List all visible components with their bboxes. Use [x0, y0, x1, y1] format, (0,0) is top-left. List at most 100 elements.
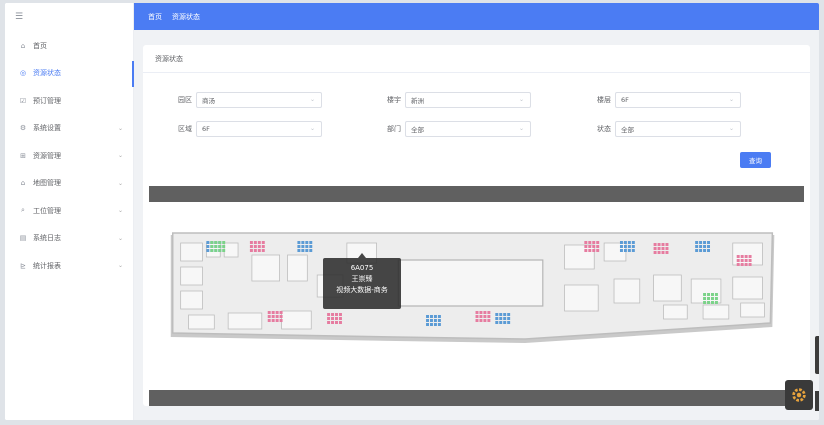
seat-marker[interactable]: [665, 251, 669, 254]
seat-marker[interactable]: [487, 315, 491, 318]
seat-marker[interactable]: [657, 243, 661, 246]
seat-marker[interactable]: [627, 241, 631, 244]
seat-marker[interactable]: [218, 241, 222, 244]
seat-marker[interactable]: [703, 241, 707, 244]
seat-marker[interactable]: [309, 245, 313, 248]
seat-marker[interactable]: [475, 319, 479, 322]
seat-marker[interactable]: [703, 301, 707, 304]
seat-marker[interactable]: [736, 255, 740, 258]
sidebar-item-map-mgmt[interactable]: ⌂ 地图管理 ⌄: [5, 170, 133, 198]
seat-marker[interactable]: [748, 259, 752, 262]
breadcrumb-home[interactable]: 首页: [148, 12, 162, 22]
seat-marker[interactable]: [338, 321, 342, 324]
seat-marker[interactable]: [253, 241, 257, 244]
seat-marker[interactable]: [707, 293, 711, 296]
seat-marker[interactable]: [279, 311, 283, 314]
seat-marker[interactable]: [740, 259, 744, 262]
seat-marker[interactable]: [335, 313, 338, 316]
seat-marker[interactable]: [619, 241, 623, 244]
seat-marker[interactable]: [305, 249, 309, 252]
seat-marker[interactable]: [218, 245, 222, 248]
seat-marker[interactable]: [271, 315, 275, 318]
seat-marker[interactable]: [475, 315, 479, 318]
seat-marker[interactable]: [210, 245, 214, 248]
seat-marker[interactable]: [433, 319, 437, 322]
seat-marker[interactable]: [495, 313, 499, 316]
seat-marker[interactable]: [249, 241, 253, 244]
seat-marker[interactable]: [267, 311, 271, 314]
seat-marker[interactable]: [703, 245, 707, 248]
seat-marker[interactable]: [653, 247, 657, 250]
seat-marker[interactable]: [331, 317, 335, 320]
seat-marker[interactable]: [479, 319, 483, 322]
seat-marker[interactable]: [740, 263, 744, 266]
seat-marker[interactable]: [275, 315, 279, 318]
seat-marker[interactable]: [301, 249, 305, 252]
seat-marker[interactable]: [695, 249, 699, 252]
seat-marker[interactable]: [661, 251, 665, 254]
seat-marker[interactable]: [309, 241, 313, 244]
seat-marker[interactable]: [596, 249, 600, 252]
seat-marker[interactable]: [748, 263, 752, 266]
area-select[interactable]: 6F ⌄: [196, 121, 322, 137]
seat-marker[interactable]: [261, 245, 265, 248]
seat-marker[interactable]: [297, 249, 301, 252]
seat-marker[interactable]: [214, 241, 218, 244]
seat-marker[interactable]: [429, 315, 433, 318]
seat-marker[interactable]: [222, 245, 226, 248]
floor-plan-map[interactable]: 6A075 王崇臻 视频大数据-商务: [149, 215, 804, 389]
floor-select[interactable]: 6F ⌄: [615, 92, 741, 108]
seat-marker[interactable]: [301, 241, 305, 244]
seat-marker[interactable]: [297, 241, 301, 244]
seat-marker[interactable]: [657, 247, 661, 250]
seat-marker[interactable]: [744, 259, 748, 262]
seat-marker[interactable]: [426, 315, 430, 318]
seat-marker[interactable]: [483, 315, 487, 318]
seat-marker[interactable]: [331, 321, 335, 324]
seat-marker[interactable]: [305, 245, 309, 248]
seat-marker[interactable]: [218, 249, 222, 252]
seat-marker[interactable]: [703, 297, 707, 300]
seat-marker[interactable]: [426, 323, 430, 326]
seat-marker[interactable]: [495, 317, 499, 320]
seat-marker[interactable]: [695, 241, 699, 244]
seat-marker[interactable]: [631, 241, 635, 244]
seat-marker[interactable]: [495, 321, 499, 324]
status-select[interactable]: 全部 ⌄: [615, 121, 741, 137]
seat-marker[interactable]: [206, 241, 210, 244]
sidebar-item-home[interactable]: ⌂ 首页: [5, 32, 133, 60]
seat-marker[interactable]: [744, 255, 748, 258]
seat-marker[interactable]: [710, 297, 714, 300]
seat-marker[interactable]: [487, 319, 491, 322]
seat-marker[interactable]: [271, 319, 275, 322]
seat-marker[interactable]: [588, 241, 592, 244]
seat-marker[interactable]: [309, 249, 313, 252]
sidebar-item-system-log[interactable]: ▤ 系统日志 ⌄: [5, 225, 133, 253]
side-panel-handle-2[interactable]: [815, 391, 819, 411]
building-select[interactable]: 新洲 ⌄: [405, 92, 531, 108]
seat-marker[interactable]: [267, 315, 271, 318]
seat-marker[interactable]: [584, 249, 588, 252]
seat-marker[interactable]: [588, 249, 592, 252]
seat-marker[interactable]: [499, 317, 503, 320]
seat-marker[interactable]: [592, 249, 596, 252]
seat-marker[interactable]: [479, 311, 483, 314]
seat-marker[interactable]: [433, 323, 437, 326]
seat-marker[interactable]: [261, 249, 265, 252]
seat-marker[interactable]: [214, 249, 218, 252]
seat-marker[interactable]: [271, 311, 275, 314]
seat-marker[interactable]: [588, 245, 592, 248]
seat-marker[interactable]: [338, 317, 342, 320]
seat-marker[interactable]: [305, 241, 309, 244]
seat-marker[interactable]: [699, 241, 703, 244]
seat-marker[interactable]: [707, 249, 711, 252]
seat-marker[interactable]: [261, 241, 265, 244]
seat-marker[interactable]: [210, 241, 214, 244]
seat-marker[interactable]: [297, 245, 301, 248]
seat-marker[interactable]: [619, 245, 623, 248]
seat-marker[interactable]: [210, 249, 214, 252]
seat-marker[interactable]: [253, 249, 257, 252]
seat-marker[interactable]: [335, 317, 338, 320]
seat-marker[interactable]: [499, 313, 503, 316]
seat-marker[interactable]: [653, 243, 657, 246]
